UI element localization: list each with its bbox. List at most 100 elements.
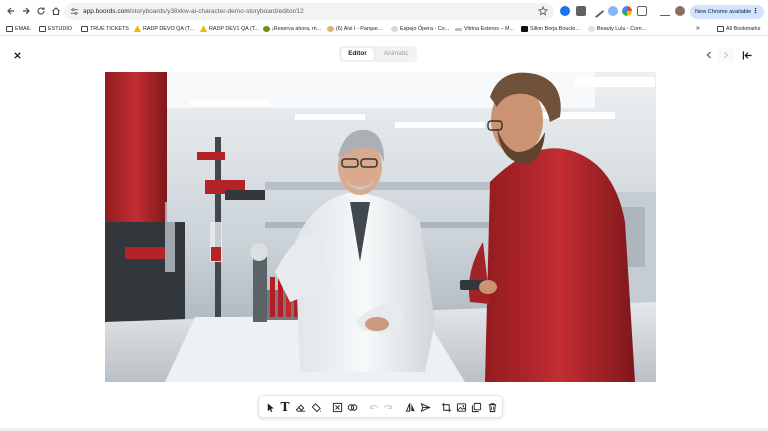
tab-animatic[interactable]: Animatic [377, 48, 415, 60]
clear-tool[interactable] [331, 401, 343, 413]
bookmark-item[interactable]: ESTUDIO [39, 24, 72, 34]
extensions-puzzle-icon[interactable] [637, 6, 647, 16]
lab-scene-illustration [105, 72, 656, 382]
chrome-update-button[interactable]: New Chrome available ⋮ [690, 5, 764, 19]
bookmark-label: Sillon Borja Boucle... [530, 26, 580, 32]
collapse-left-icon [742, 50, 752, 60]
undo-icon [369, 404, 378, 409]
profile-avatar[interactable] [675, 6, 685, 16]
frame-image[interactable] [105, 72, 656, 382]
duplicate-icon [471, 402, 481, 412]
bookmark-item[interactable]: Espejo Ópera - Co... [391, 24, 449, 34]
warning-icon [134, 26, 141, 32]
storyboard-editor: Editor Animatic T [0, 37, 768, 431]
browser-toolbar: app.boords.com/storyboards/y38xkw-ai-cha… [0, 0, 768, 22]
bookmark-label: Espejo Ópera - Co... [400, 26, 450, 32]
bookmark-label: RADP DEVO QA (T... [143, 26, 195, 32]
bookmark-item[interactable]: EMAIL [6, 24, 31, 34]
chrome-update-label: New Chrome available [695, 9, 752, 15]
extension-pen-icon[interactable] [589, 3, 605, 19]
address-bar[interactable]: app.boords.com/storyboards/y38xkw-ai-cha… [64, 3, 554, 20]
bookmark-label: ¡Reserva ahora, m... [272, 26, 322, 32]
bookmark-label: Beauty Lulu - Com... [597, 26, 647, 32]
drawing-toolbar: T [258, 395, 503, 418]
paint-bucket-icon [311, 402, 321, 412]
chrome-menu-icon[interactable]: ⋮ [752, 5, 759, 19]
text-tool[interactable]: T [279, 401, 291, 413]
bookmark-item[interactable]: TRUE TICKETS [81, 24, 129, 34]
site-icon [588, 26, 595, 32]
url-path: /storyboards/y38xkw-ai-character-demo-st… [129, 8, 304, 15]
folder-icon [6, 26, 13, 32]
cursor-icon [267, 402, 274, 412]
site-icon [263, 26, 270, 32]
redo-tool[interactable] [382, 401, 394, 413]
eraser-tool[interactable] [294, 401, 306, 413]
forward-arrow-icon[interactable] [19, 4, 33, 18]
extension-google-icon[interactable] [622, 6, 632, 16]
folder-icon [717, 26, 724, 32]
url-host: app.boords.com [83, 8, 130, 15]
image-tool[interactable] [455, 401, 467, 413]
undo-tool[interactable] [367, 401, 379, 413]
delete-tool[interactable] [486, 401, 498, 413]
site-icon [327, 26, 334, 32]
all-bookmarks-label: All Bookmarks [726, 26, 761, 32]
link-shapes-icon [347, 403, 357, 411]
collapse-panel-button[interactable] [740, 48, 754, 62]
bookmark-label: Vitrina Esteros – M... [464, 26, 514, 32]
site-icon [455, 27, 462, 31]
bookmark-star-icon[interactable] [538, 6, 548, 16]
shape-tool[interactable] [346, 401, 358, 413]
chevron-right-icon [724, 51, 729, 59]
send-icon [420, 402, 431, 412]
bookmark-label: (6) Aivi I - Parque... [336, 26, 383, 32]
crop-icon [441, 402, 451, 412]
bookmark-item[interactable]: RADP DEVO QA (T... [134, 24, 194, 34]
bookmark-item[interactable]: Sillon Borja Boucle... [521, 24, 580, 34]
duplicate-tool[interactable] [470, 401, 482, 413]
folder-icon [81, 26, 88, 32]
chevron-left-icon [706, 51, 711, 59]
downloads-icon[interactable] [660, 6, 670, 16]
bookmark-item[interactable]: Vitrina Esteros – M... [455, 24, 514, 34]
site-icon [521, 26, 528, 32]
send-tool[interactable] [419, 401, 431, 413]
next-frame-button[interactable] [718, 48, 734, 62]
bookmark-item[interactable]: ¡Reserva ahora, m... [263, 24, 321, 34]
home-icon[interactable] [49, 4, 63, 18]
extension-translate-icon[interactable] [608, 6, 618, 16]
fill-tool[interactable] [310, 401, 322, 413]
extension-camera-icon[interactable] [576, 6, 586, 16]
editor-mode-toggle: Editor Animatic [339, 46, 417, 62]
redo-icon [383, 404, 392, 409]
site-icon [391, 26, 398, 32]
extension-chat-icon[interactable] [560, 6, 570, 16]
previous-frame-button[interactable] [701, 48, 717, 62]
back-arrow-icon[interactable] [4, 4, 18, 18]
bookmarks-bar: EMAIL ESTUDIO TRUE TICKETS RADP DEVO QA … [0, 22, 768, 36]
bookmark-item[interactable]: RADP DEV1 QA (T... [200, 24, 259, 34]
close-editor-button[interactable] [10, 48, 24, 62]
bookmark-item[interactable]: Beauty Lulu - Com... [588, 24, 646, 34]
flip-icon [405, 402, 415, 412]
clear-frame-icon [332, 402, 342, 412]
reload-icon[interactable] [34, 4, 48, 18]
image-icon [456, 402, 466, 412]
bookmark-item[interactable]: (6) Aivi I - Parque... [327, 24, 382, 34]
warning-icon [200, 26, 207, 32]
eraser-icon [295, 404, 305, 412]
flip-tool[interactable] [404, 401, 416, 413]
site-settings-icon[interactable] [70, 7, 79, 16]
bookmark-label: ESTUDIO [48, 26, 72, 32]
bookmark-label: TRUE TICKETS [90, 26, 129, 32]
crop-tool[interactable] [440, 401, 452, 413]
bookmark-label: EMAIL [15, 26, 32, 32]
tab-editor[interactable]: Editor [341, 48, 374, 60]
folder-icon [39, 26, 46, 32]
bookmark-label: RADP DEV1 QA (T... [209, 26, 259, 32]
trash-icon [488, 402, 496, 412]
all-bookmarks-button[interactable]: All Bookmarks [717, 24, 760, 34]
select-tool[interactable] [264, 401, 276, 413]
bookmarks-overflow-button[interactable]: » [696, 24, 700, 34]
